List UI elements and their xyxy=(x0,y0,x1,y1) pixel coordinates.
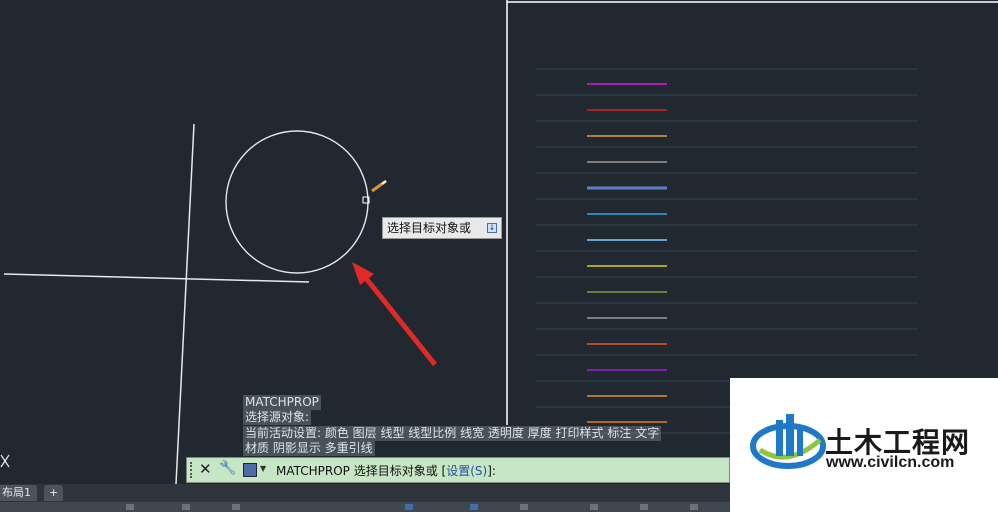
history-line-3: 当前活动设置: 颜色 图层 线型 线型比例 线宽 透明度 厚度 打印样式 标注 … xyxy=(243,426,662,441)
chevron-down-icon[interactable]: ▼ xyxy=(260,464,266,473)
civilcn-logo-icon xyxy=(750,414,826,469)
watermark-url: www.civilcn.com xyxy=(826,454,955,471)
red-arrow-icon xyxy=(352,262,437,366)
status-polar-icon[interactable] xyxy=(405,504,413,510)
status-grid-icon[interactable] xyxy=(126,504,134,510)
add-layout-tab-button[interactable]: + xyxy=(44,485,64,501)
history-line-4: 材质 阴影显示 多重引线 xyxy=(243,441,375,456)
command-text: MATCHPROP 选择目标对象或 [ xyxy=(276,464,447,478)
drag-grip-icon[interactable] xyxy=(190,462,196,478)
close-x-icon[interactable] xyxy=(0,454,10,468)
line-horizontal[interactable] xyxy=(3,273,310,283)
customize-wrench-icon[interactable]: 🔧 xyxy=(219,460,236,476)
command-option-settings[interactable]: 设置(S) xyxy=(446,464,487,478)
history-line-1: MATCHPROP xyxy=(243,395,321,410)
line-vertical[interactable] xyxy=(175,123,195,485)
command-line[interactable]: ✕ 🔧 ▼ MATCHPROP 选择目标对象或 [设置(S)]: xyxy=(186,457,730,483)
status-bar xyxy=(0,502,730,512)
status-snap-icon[interactable] xyxy=(182,504,190,510)
status-osnap-icon[interactable] xyxy=(470,504,478,510)
status-ortho-icon[interactable] xyxy=(232,504,240,510)
selected-circle[interactable] xyxy=(225,130,369,274)
command-suffix: ]: xyxy=(487,464,496,478)
layout-tabs: 布局1 + xyxy=(0,484,730,502)
history-line-2: 选择源对象: xyxy=(243,410,312,425)
dynamic-input-tooltip: 选择目标对象或 ↓ xyxy=(382,217,502,239)
tooltip-text: 选择目标对象或 xyxy=(387,221,472,235)
status-annotation-icon[interactable] xyxy=(690,504,698,510)
command-prompt-icon[interactable] xyxy=(243,463,257,477)
command-input[interactable]: MATCHPROP 选择目标对象或 [设置(S)]: xyxy=(276,462,496,479)
tab-layout1[interactable]: 布局1 xyxy=(0,485,37,501)
paintbrush-cursor-icon xyxy=(371,179,387,193)
status-selection-icon[interactable] xyxy=(640,504,648,510)
tooltip-options-icon[interactable]: ↓ xyxy=(487,223,497,233)
close-command-icon[interactable]: ✕ xyxy=(199,460,212,478)
status-transparency-icon[interactable] xyxy=(590,504,598,510)
status-lineweight-icon[interactable] xyxy=(520,504,528,510)
